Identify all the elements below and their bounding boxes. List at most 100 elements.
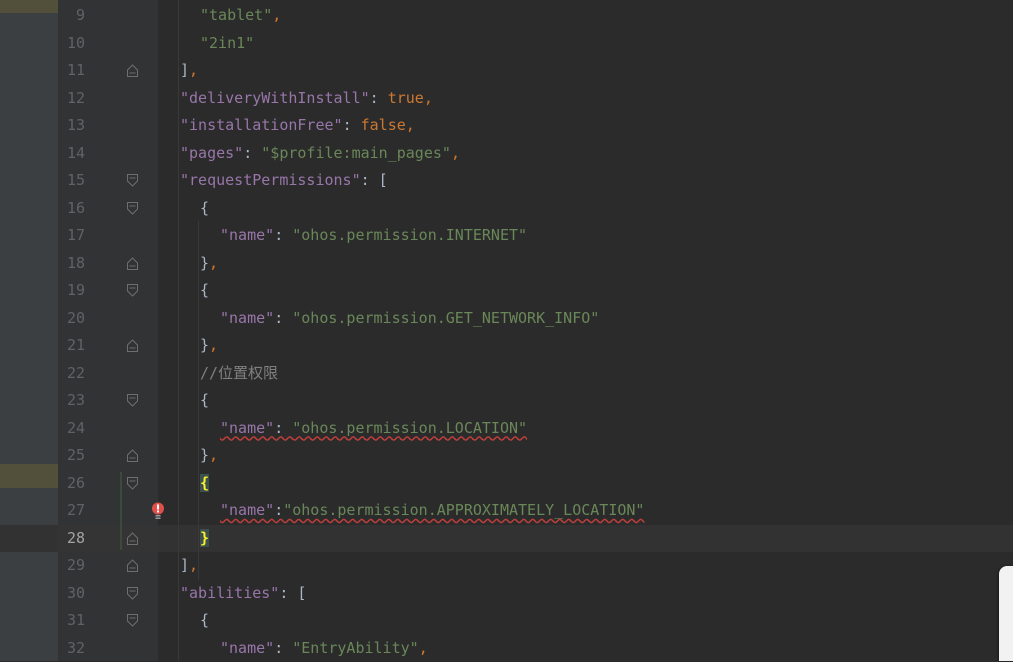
code-text-10[interactable]: "2in1" [200, 30, 254, 58]
fold-marker-icon[interactable] [127, 559, 138, 572]
line-number: 14 [58, 140, 85, 168]
code-text-21[interactable]: }, [200, 332, 218, 360]
token-key: "name" [220, 419, 274, 437]
token-value: "ohos.permission.LOCATION" [292, 419, 527, 437]
error-underlined-text[interactable]: "name":"ohos.permission.APPROXIMATELY_LO… [220, 501, 644, 519]
token: "ohos.permission.GET_NETWORK_INFO" [292, 309, 599, 327]
gutter-row-19: 19 [58, 277, 158, 305]
token: "deliveryWithInstall" [180, 89, 370, 107]
code-text-23[interactable]: { [200, 387, 209, 415]
fold-marker-icon[interactable] [127, 64, 138, 77]
code-text-28[interactable]: } [200, 525, 209, 553]
code-text-16[interactable]: { [200, 195, 209, 223]
token: , [189, 556, 198, 574]
token: : [343, 116, 361, 134]
fold-marker-icon[interactable] [127, 477, 138, 490]
matched-brace: } [200, 529, 209, 547]
code-text-15[interactable]: "requestPermissions": [ [180, 167, 388, 195]
indent-guide [178, 0, 179, 661]
code-text-29[interactable]: ], [180, 552, 198, 580]
code-text-26[interactable]: { [200, 470, 209, 498]
line-number: 29 [58, 552, 85, 580]
line-number: 18 [58, 250, 85, 278]
token: } [200, 254, 209, 272]
line-number: 25 [58, 442, 85, 470]
gutter-row-21: 21 [58, 332, 158, 360]
token-sep: : [274, 501, 283, 519]
token: { [200, 391, 209, 409]
line-number: 22 [58, 360, 85, 388]
token: ] [180, 61, 189, 79]
code-text-19[interactable]: { [200, 277, 209, 305]
gutter-row-26: 26 [58, 470, 158, 498]
gutter-row-32: 32 [58, 635, 158, 662]
token: : [274, 226, 292, 244]
gutter-row-22: 22 [58, 360, 158, 388]
gutter-row-16: 16 [58, 195, 158, 223]
fold-marker-icon[interactable] [127, 587, 138, 600]
line-number: 13 [58, 112, 85, 140]
token-key: "name" [220, 501, 274, 519]
token: "name" [220, 309, 274, 327]
line-number: 24 [58, 415, 85, 443]
line-number: 21 [58, 332, 85, 360]
error-underlined-text[interactable]: "name": "ohos.permission.LOCATION" [220, 419, 527, 437]
gutter-row-11: 11 [58, 57, 158, 85]
code-text-27[interactable]: "name":"ohos.permission.APPROXIMATELY_LO… [220, 497, 644, 525]
token: , [209, 446, 218, 464]
code-text-14[interactable]: "pages": "$profile:main_pages", [180, 140, 460, 168]
line-number: 15 [58, 167, 85, 195]
fold-marker-icon[interactable] [127, 174, 138, 187]
gutter-row-25: 25 [58, 442, 158, 470]
gutter-row-30: 30 [58, 580, 158, 608]
line-number: 17 [58, 222, 85, 250]
line-number: 28 [58, 525, 85, 553]
indent-guide [198, 221, 199, 580]
token: "pages" [180, 144, 243, 162]
gutter-row-10: 10 [58, 30, 158, 58]
fold-marker-icon[interactable] [127, 339, 138, 352]
code-text-22[interactable]: //位置权限 [200, 360, 278, 388]
line-number: 9 [58, 2, 85, 30]
line-number: 16 [58, 195, 85, 223]
fold-marker-icon[interactable] [127, 394, 138, 407]
token: : [243, 144, 261, 162]
token: "name" [220, 226, 274, 244]
fold-marker-icon[interactable] [127, 449, 138, 462]
token: } [200, 336, 209, 354]
gutter-row-29: 29 [58, 552, 158, 580]
token: "$profile:main_pages" [261, 144, 451, 162]
error-bulb-icon[interactable] [151, 502, 165, 520]
code-text-32[interactable]: "name": "EntryAbility", [220, 635, 428, 662]
line-number: 12 [58, 85, 85, 113]
fold-marker-icon[interactable] [127, 614, 138, 627]
gutter-row-12: 12 [58, 85, 158, 113]
gutter-row-20: 20 [58, 305, 158, 333]
code-text-30[interactable]: "abilities": [ [180, 580, 306, 608]
code-text-17[interactable]: "name": "ohos.permission.INTERNET" [220, 222, 527, 250]
code-text-25[interactable]: }, [200, 442, 218, 470]
gutter-row-18: 18 [58, 250, 158, 278]
code-text-12[interactable]: "deliveryWithInstall": true, [180, 85, 433, 113]
code-text-31[interactable]: { [200, 607, 209, 635]
code-text-9[interactable]: "tablet", [200, 2, 281, 30]
token: : [ [361, 171, 388, 189]
vcs-change-marker[interactable] [120, 472, 122, 551]
token: , [209, 336, 218, 354]
code-text-18[interactable]: }, [200, 250, 218, 278]
fold-marker-icon[interactable] [127, 532, 138, 545]
line-number: 26 [58, 470, 85, 498]
line-number: 31 [58, 607, 85, 635]
code-text-24[interactable]: "name": "ohos.permission.LOCATION" [220, 415, 527, 443]
fold-marker-icon[interactable] [127, 257, 138, 270]
token: : [274, 309, 292, 327]
fold-marker-icon[interactable] [127, 202, 138, 215]
code-text-13[interactable]: "installationFree": false, [180, 112, 415, 140]
matched-brace: { [200, 474, 209, 492]
code-text-11[interactable]: ], [180, 57, 198, 85]
token: "requestPermissions" [180, 171, 361, 189]
code-text-20[interactable]: "name": "ohos.permission.GET_NETWORK_INF… [220, 305, 599, 333]
token-value: "ohos.permission.APPROXIMATELY_LOCATION" [283, 501, 644, 519]
fold-marker-icon[interactable] [127, 284, 138, 297]
token: "tablet" [200, 6, 272, 24]
